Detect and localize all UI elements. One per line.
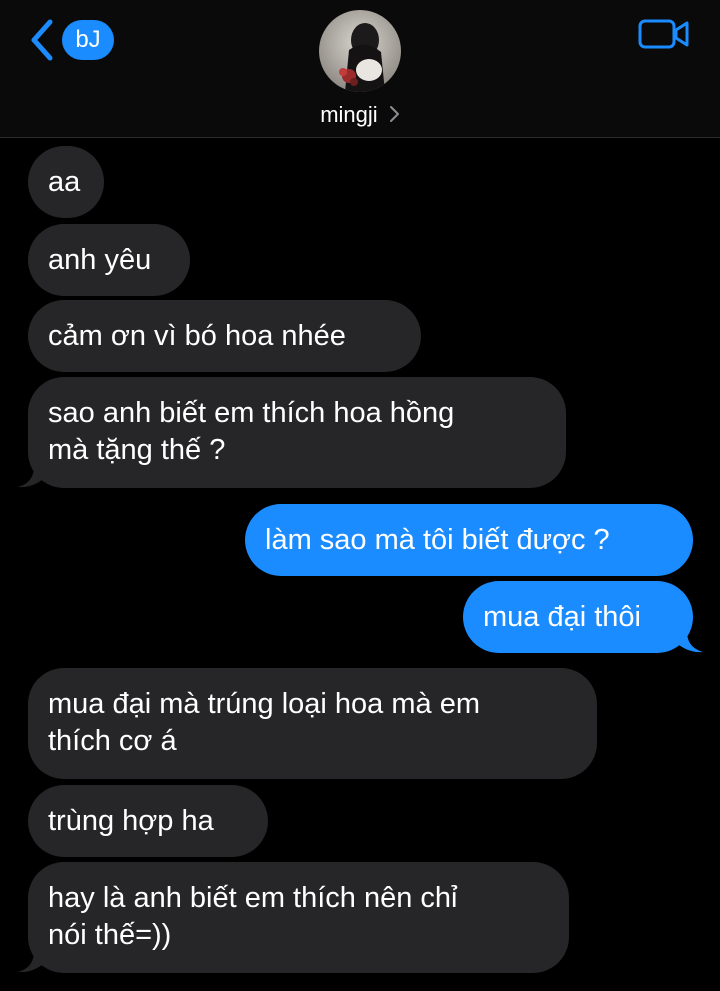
- bubble-tail: [18, 466, 44, 488]
- contact-name: mingji: [320, 102, 378, 127]
- bubble-tail: [677, 631, 703, 653]
- message-text: làm sao mà tôi biết được ?: [265, 524, 610, 556]
- incoming-message: sao anh biết em thích hoa hồng mà tặng t…: [18, 377, 566, 488]
- message-text-line: sao anh biết em thích hoa hồng: [48, 397, 455, 429]
- conversation-header: bJ mingji: [0, 0, 720, 138]
- avatar[interactable]: [319, 10, 401, 92]
- message-text: anh yêu: [48, 244, 152, 276]
- message-text: mua đại thôi: [483, 601, 641, 633]
- message-text: trùng hợp ha: [48, 805, 214, 837]
- video-camera-icon[interactable]: [638, 18, 690, 50]
- message-text-line: nói thế=)): [48, 919, 172, 951]
- contact-name-button[interactable]: mingji: [0, 100, 720, 130]
- message-text-line: thích cơ á: [48, 725, 177, 757]
- message-text-line: hay là anh biết em thích nên chỉ: [48, 882, 458, 914]
- incoming-message: anh yêu: [28, 224, 190, 296]
- message-text-line: mua đại mà trúng loại hoa mà em: [48, 688, 480, 720]
- incoming-message: trùng hợp ha: [28, 785, 268, 857]
- incoming-message: aa: [28, 146, 104, 218]
- incoming-message: hay là anh biết em thích nên chỉ nói thế…: [18, 862, 569, 973]
- chevron-right-icon: [389, 106, 399, 122]
- outgoing-message: làm sao mà tôi biết được ?: [245, 504, 693, 576]
- message-text: cảm ơn vì bó hoa nhée: [48, 320, 346, 352]
- back-button[interactable]: bJ: [28, 18, 114, 62]
- message-text: aa: [48, 166, 81, 198]
- message-text-line: mà tặng thế ?: [48, 434, 226, 466]
- incoming-message: mua đại mà trúng loại hoa mà em thích cơ…: [28, 668, 597, 779]
- bubble-tail: [18, 951, 44, 973]
- unread-badge: bJ: [62, 20, 114, 60]
- chevron-left-icon: [31, 19, 53, 61]
- outgoing-message: mua đại thôi: [463, 581, 703, 653]
- incoming-message: cảm ơn vì bó hoa nhée: [28, 300, 421, 372]
